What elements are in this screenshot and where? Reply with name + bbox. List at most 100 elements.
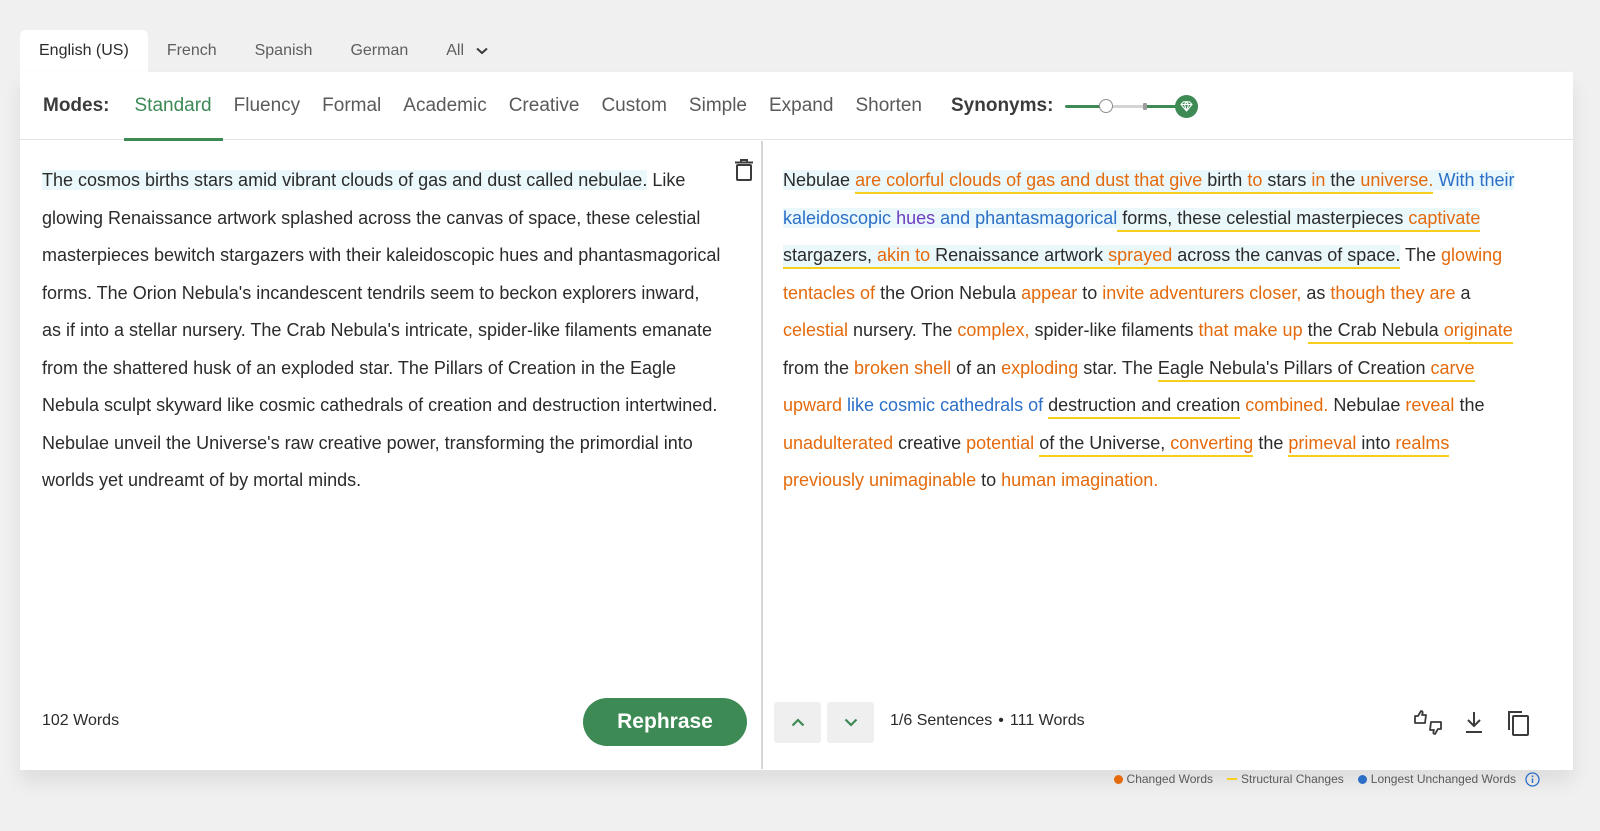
changed-words[interactable]: invite adventurers closer, [1102, 283, 1301, 303]
unchanged-words: like cosmic cathedrals of [842, 395, 1044, 415]
legend-label: Structural Changes [1241, 772, 1344, 786]
tab-german[interactable]: German [331, 30, 427, 72]
output-text-segment: the [1325, 170, 1361, 194]
changed-words[interactable]: akin to [877, 245, 931, 269]
unchanged-words: hues [896, 207, 936, 228]
output-text-segment: to [1077, 282, 1103, 303]
changed-words[interactable]: universe. [1360, 170, 1434, 194]
tab-label: All [446, 42, 465, 59]
input-text-area[interactable]: The cosmos births stars amid vibrant clo… [42, 162, 722, 500]
output-text-segment: the [1253, 432, 1289, 453]
changed-words[interactable]: unadulterated [783, 433, 893, 453]
changed-words[interactable]: exploding [1001, 358, 1078, 378]
output-text-segment [1303, 320, 1308, 340]
tab-label: English (US) [39, 42, 129, 59]
changed-words[interactable]: to [1247, 170, 1263, 194]
color-legend: Changed Words Structural Changes Longest… [1100, 771, 1540, 787]
chevron-down-icon [476, 47, 488, 55]
mode-formal[interactable]: Formal [311, 72, 392, 140]
modes-label: Modes: [43, 94, 110, 116]
changed-words[interactable]: captivate [1408, 207, 1481, 232]
highlighted-sentence: The cosmos births stars amid vibrant clo… [42, 170, 648, 190]
output-text-area[interactable]: Nebulae are colorful clouds of gas and d… [783, 162, 1528, 500]
output-text-segment: as [1301, 282, 1331, 303]
synonyms-slider[interactable] [1065, 94, 1205, 118]
changed-words[interactable]: carve [1430, 357, 1475, 382]
changed-words[interactable]: potential [966, 433, 1034, 453]
premium-diamond-icon[interactable] [1175, 94, 1199, 118]
trash-icon[interactable] [734, 158, 754, 182]
changed-words[interactable]: originate [1443, 320, 1513, 344]
output-text-segment: nursery. The [848, 320, 958, 340]
mode-creative[interactable]: Creative [498, 72, 591, 140]
legend-yellow-line [1227, 778, 1238, 780]
tab-all-dropdown[interactable]: All [427, 30, 507, 72]
output-text-segment: Nebulae [783, 170, 856, 190]
changed-words[interactable]: primeval [1288, 432, 1357, 457]
output-text-segment: the Crab Nebula [1307, 320, 1444, 344]
legend-label: Changed Words [1126, 772, 1214, 786]
output-text-segment: Renaissance artwork [930, 245, 1109, 269]
rephrase-button[interactable]: Rephrase [583, 698, 747, 746]
mode-expand[interactable]: Expand [758, 72, 844, 140]
sentences-count: 1/6 Sentences [890, 712, 993, 729]
changed-words[interactable]: upward [783, 395, 842, 415]
output-text-segment: spider-like filaments [1029, 320, 1199, 340]
changed-words[interactable]: converting [1170, 432, 1254, 457]
sentence-counter: 1/6 Sentences • 111 Words [890, 712, 1085, 730]
mode-shorten[interactable]: Shorten [844, 72, 933, 140]
changed-words[interactable]: sprayed [1108, 245, 1173, 269]
output-text-segment: from the [783, 357, 855, 378]
separator-dot: • [998, 712, 1004, 729]
output-text-segment: across the canvas of space. [1172, 245, 1401, 269]
unchanged-words: and phantasmagorical [935, 207, 1118, 228]
output-text-segment: destruction and creation [1048, 395, 1241, 419]
mode-fluency[interactable]: Fluency [223, 72, 312, 140]
changed-words[interactable]: are colorful clouds of gas and dust that… [855, 170, 1203, 194]
output-text-segment: a [1455, 282, 1471, 303]
changed-words[interactable]: complex, [957, 320, 1029, 340]
legend-structural-changes: Structural Changes [1227, 772, 1344, 786]
mode-academic[interactable]: Academic [392, 72, 497, 140]
output-text-segment: stargazers, [783, 245, 878, 269]
output-text-segment: of an [951, 357, 1002, 378]
mode-standard[interactable]: Standard [123, 72, 223, 141]
download-icon[interactable] [1459, 708, 1489, 738]
output-text-segment: Nebulae [1328, 395, 1406, 415]
panel-divider[interactable] [761, 141, 763, 769]
legend-orange-dot [1113, 774, 1123, 784]
slider-thumb[interactable] [1099, 98, 1114, 113]
next-sentence-button[interactable] [827, 702, 874, 743]
changed-words[interactable]: previously unimaginable [783, 470, 976, 490]
paraphraser-card: Modes: Standard Fluency Formal Academic … [20, 72, 1573, 770]
tab-english-us[interactable]: English (US) [20, 30, 148, 72]
modes-bar: Modes: Standard Fluency Formal Academic … [20, 72, 1573, 141]
tab-french[interactable]: French [148, 30, 236, 72]
mode-custom[interactable]: Custom [590, 72, 677, 140]
legend-label: Longest Unchanged Words [1370, 772, 1516, 786]
changed-words[interactable]: though they are [1330, 283, 1455, 303]
output-text-segment: forms, these celestial masterpieces [1117, 207, 1409, 232]
legend-blue-dot [1357, 774, 1367, 784]
changed-words[interactable]: that make up [1199, 320, 1303, 340]
output-text-segment: creative [893, 432, 967, 453]
changed-words[interactable]: appear [1021, 283, 1077, 303]
copy-icon[interactable] [1503, 708, 1533, 738]
previous-sentence-button[interactable] [774, 702, 821, 743]
changed-words[interactable]: in [1311, 170, 1326, 194]
legend-longest-unchanged: Longest Unchanged Words [1357, 772, 1516, 786]
info-icon[interactable] [1525, 771, 1540, 787]
tab-label: French [166, 42, 217, 59]
changed-words[interactable]: combined. [1245, 395, 1328, 415]
changed-words[interactable]: broken shell [854, 358, 951, 378]
language-tabs: English (US) French Spanish German All [20, 30, 507, 72]
changed-words[interactable]: realms [1395, 432, 1450, 457]
tab-spanish[interactable]: Spanish [236, 30, 332, 72]
mode-simple[interactable]: Simple [678, 72, 758, 140]
rate-thumbs-icon[interactable] [1413, 708, 1443, 738]
chevron-up-icon [791, 718, 804, 727]
changed-words[interactable]: celestial [783, 320, 848, 340]
changed-words[interactable]: reveal [1405, 395, 1454, 415]
changed-words[interactable]: human imagination. [1001, 470, 1158, 490]
output-text-segment: stars [1262, 170, 1312, 194]
